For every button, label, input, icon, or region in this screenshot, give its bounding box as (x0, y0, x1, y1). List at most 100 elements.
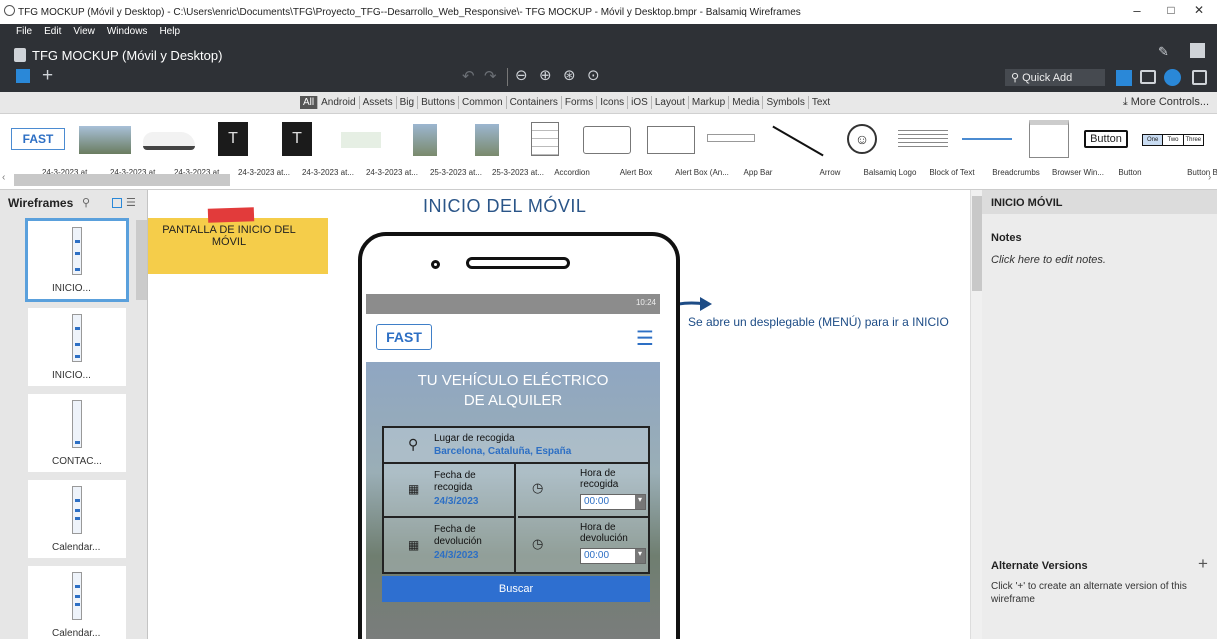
add-wireframe-icon[interactable]: + (42, 65, 53, 87)
category-forms[interactable]: Forms (562, 96, 598, 109)
menu-file[interactable]: File (16, 26, 32, 37)
category-layout[interactable]: Layout (652, 96, 689, 109)
faded-image-thumb (341, 132, 381, 148)
more-controls-button[interactable]: ⤓ More Controls... (1123, 96, 1209, 109)
wireframes-scrollbar[interactable] (136, 220, 147, 300)
library-item[interactable]: 25-3-2023 at... (394, 118, 482, 186)
wireframe-thumb-inicio-movil[interactable]: INICIO... (25, 218, 129, 302)
return-time-field[interactable]: ◷ Hora de devolución 00:00 ▾ (518, 518, 648, 572)
wireframe-mini-preview (72, 227, 82, 275)
zoom-100-icon[interactable]: ⊛ (563, 66, 576, 84)
library-item[interactable]: Arrow (766, 118, 840, 186)
library-item[interactable]: ☺ Balsamiq Logo (834, 118, 916, 186)
library-item[interactable]: Accordion (518, 118, 590, 186)
hamburger-menu-icon[interactable]: ☰ (636, 326, 654, 351)
wireframe-thumb[interactable]: Calendar... (28, 566, 126, 644)
breadcrumbs-icon (962, 138, 1012, 140)
menu-windows[interactable]: Windows (107, 26, 148, 37)
library-item[interactable]: App Bar (704, 118, 772, 186)
menu-help[interactable]: Help (159, 26, 180, 37)
zoom-fit-icon[interactable]: ⊙ (587, 66, 600, 84)
clock-icon: ◷ (532, 480, 544, 495)
pickup-time-select[interactable]: 00:00 ▾ (580, 494, 646, 510)
info-icon[interactable] (1164, 69, 1181, 86)
category-symbols[interactable]: Symbols (763, 96, 809, 109)
redo-icon[interactable]: ↷ (484, 67, 497, 85)
category-text[interactable]: Text (809, 96, 833, 109)
list-view-icon[interactable]: ☰ (126, 196, 136, 209)
wireframe-thumb[interactable]: Calendar... (28, 480, 126, 558)
category-buttons[interactable]: Buttons (418, 96, 459, 109)
fast-logo[interactable]: FAST (376, 324, 432, 350)
library-item[interactable]: 24-3-2023 at... (330, 118, 418, 186)
maximize-button[interactable]: □ (1160, 3, 1182, 21)
library-item[interactable]: Breadcrumbs (958, 118, 1040, 186)
pickup-time-label: recogida (580, 479, 619, 490)
ui-library-icon[interactable] (1116, 70, 1132, 86)
comments-icon[interactable] (1140, 70, 1156, 84)
menu-view[interactable]: View (73, 26, 95, 37)
browser-window-icon (1029, 120, 1069, 158)
menu-bar: File Edit View Windows Help (0, 24, 1217, 38)
pickup-location-field[interactable]: ⚲ Lugar de recogida Barcelona, Cataluña,… (384, 428, 648, 464)
wireframe-thumb[interactable]: CONTAC... (28, 394, 126, 472)
undo-icon[interactable]: ↶ (462, 67, 475, 85)
library-scroll-left-icon[interactable]: ‹ (2, 172, 5, 183)
minimize-button[interactable]: – (1126, 3, 1148, 21)
sitemap-icon[interactable]: ⚲ (82, 196, 90, 209)
pickup-time-field[interactable]: ◷ Hora de recogida 00:00 ▾ (518, 464, 648, 518)
return-date-field[interactable]: ▦ Fecha de devolución 24/3/2023 (384, 518, 516, 572)
library-scrollbar[interactable] (14, 174, 230, 186)
category-all[interactable]: All (300, 96, 319, 109)
category-big[interactable]: Big (397, 96, 419, 109)
close-button[interactable]: ✕ (1188, 3, 1210, 21)
library-scroll-right-icon[interactable]: › (1208, 172, 1211, 183)
library-item[interactable]: Button Button (1082, 118, 1142, 186)
category-media[interactable]: Media (729, 96, 764, 109)
wireframe-mini-preview (72, 572, 82, 620)
pickup-date-field[interactable]: ▦ Fecha de recogida 24/3/2023 (384, 464, 516, 518)
quick-add-input[interactable]: ⚲ Quick Add (1005, 69, 1105, 86)
add-alternate-version-icon[interactable]: + (1198, 554, 1208, 574)
library-item[interactable]: Alert Box (578, 118, 652, 186)
library-item[interactable]: One Two Three Button Bar (1140, 118, 1217, 186)
library-item[interactable]: Browser Win... (1020, 118, 1104, 186)
wireframe-thumb[interactable]: INICIO... (28, 308, 126, 386)
library-item[interactable]: 25-3-2023 at... (456, 118, 544, 186)
phone-speaker (466, 257, 570, 269)
category-android[interactable]: Android (318, 96, 360, 109)
user-avatar[interactable] (1190, 43, 1205, 58)
search-button[interactable]: Buscar (382, 576, 650, 602)
zoom-out-icon[interactable]: ⊖ (515, 66, 528, 84)
wireframe-label: INICIO... (52, 283, 91, 294)
properties-panel: INICIO MÓVIL Notes Click here to edit no… (982, 190, 1217, 639)
category-common[interactable]: Common (459, 96, 507, 109)
category-ios[interactable]: iOS (628, 96, 652, 109)
library-item[interactable]: Alert Box (An... (640, 118, 729, 186)
present-icon[interactable] (1192, 70, 1207, 85)
return-time-select[interactable]: 00:00 ▾ (580, 548, 646, 564)
notes-editor[interactable]: Click here to edit notes. (991, 254, 1106, 266)
return-date-value: 24/3/2023 (434, 550, 479, 561)
wireframe-label: Calendar... (52, 542, 101, 553)
library-item[interactable]: Block of Text (894, 118, 975, 186)
category-assets[interactable]: Assets (360, 96, 397, 109)
wireframe-canvas[interactable]: PANTALLA DE INICIO DEL MÓVIL INICIO DEL … (148, 190, 970, 639)
sticky-note[interactable]: PANTALLA DE INICIO DEL MÓVIL (148, 218, 328, 274)
chevron-down-icon: ▾ (635, 549, 645, 563)
wireframes-panel-toggle-icon[interactable] (16, 69, 30, 83)
thumbnail-view-icon[interactable] (112, 198, 122, 208)
category-markup[interactable]: Markup (689, 96, 730, 109)
zoom-in-icon[interactable]: ⊕ (539, 66, 552, 84)
scrollbar-thumb[interactable] (972, 196, 982, 291)
canvas-vertical-scrollbar[interactable] (970, 190, 982, 639)
category-icons[interactable]: Icons (597, 96, 629, 109)
category-containers[interactable]: Containers (507, 96, 562, 109)
booking-form: ⚲ Lugar de recogida Barcelona, Cataluña,… (382, 426, 650, 574)
library-item[interactable]: T 24-3-2023 at... (266, 118, 354, 186)
app-bar-icon (707, 134, 755, 142)
pen-icon[interactable]: ✎ (1158, 44, 1169, 60)
wireframe-name[interactable]: INICIO MÓVIL (982, 190, 1217, 214)
menu-edit[interactable]: Edit (44, 26, 61, 37)
search-icon: ⚲ (408, 436, 419, 452)
